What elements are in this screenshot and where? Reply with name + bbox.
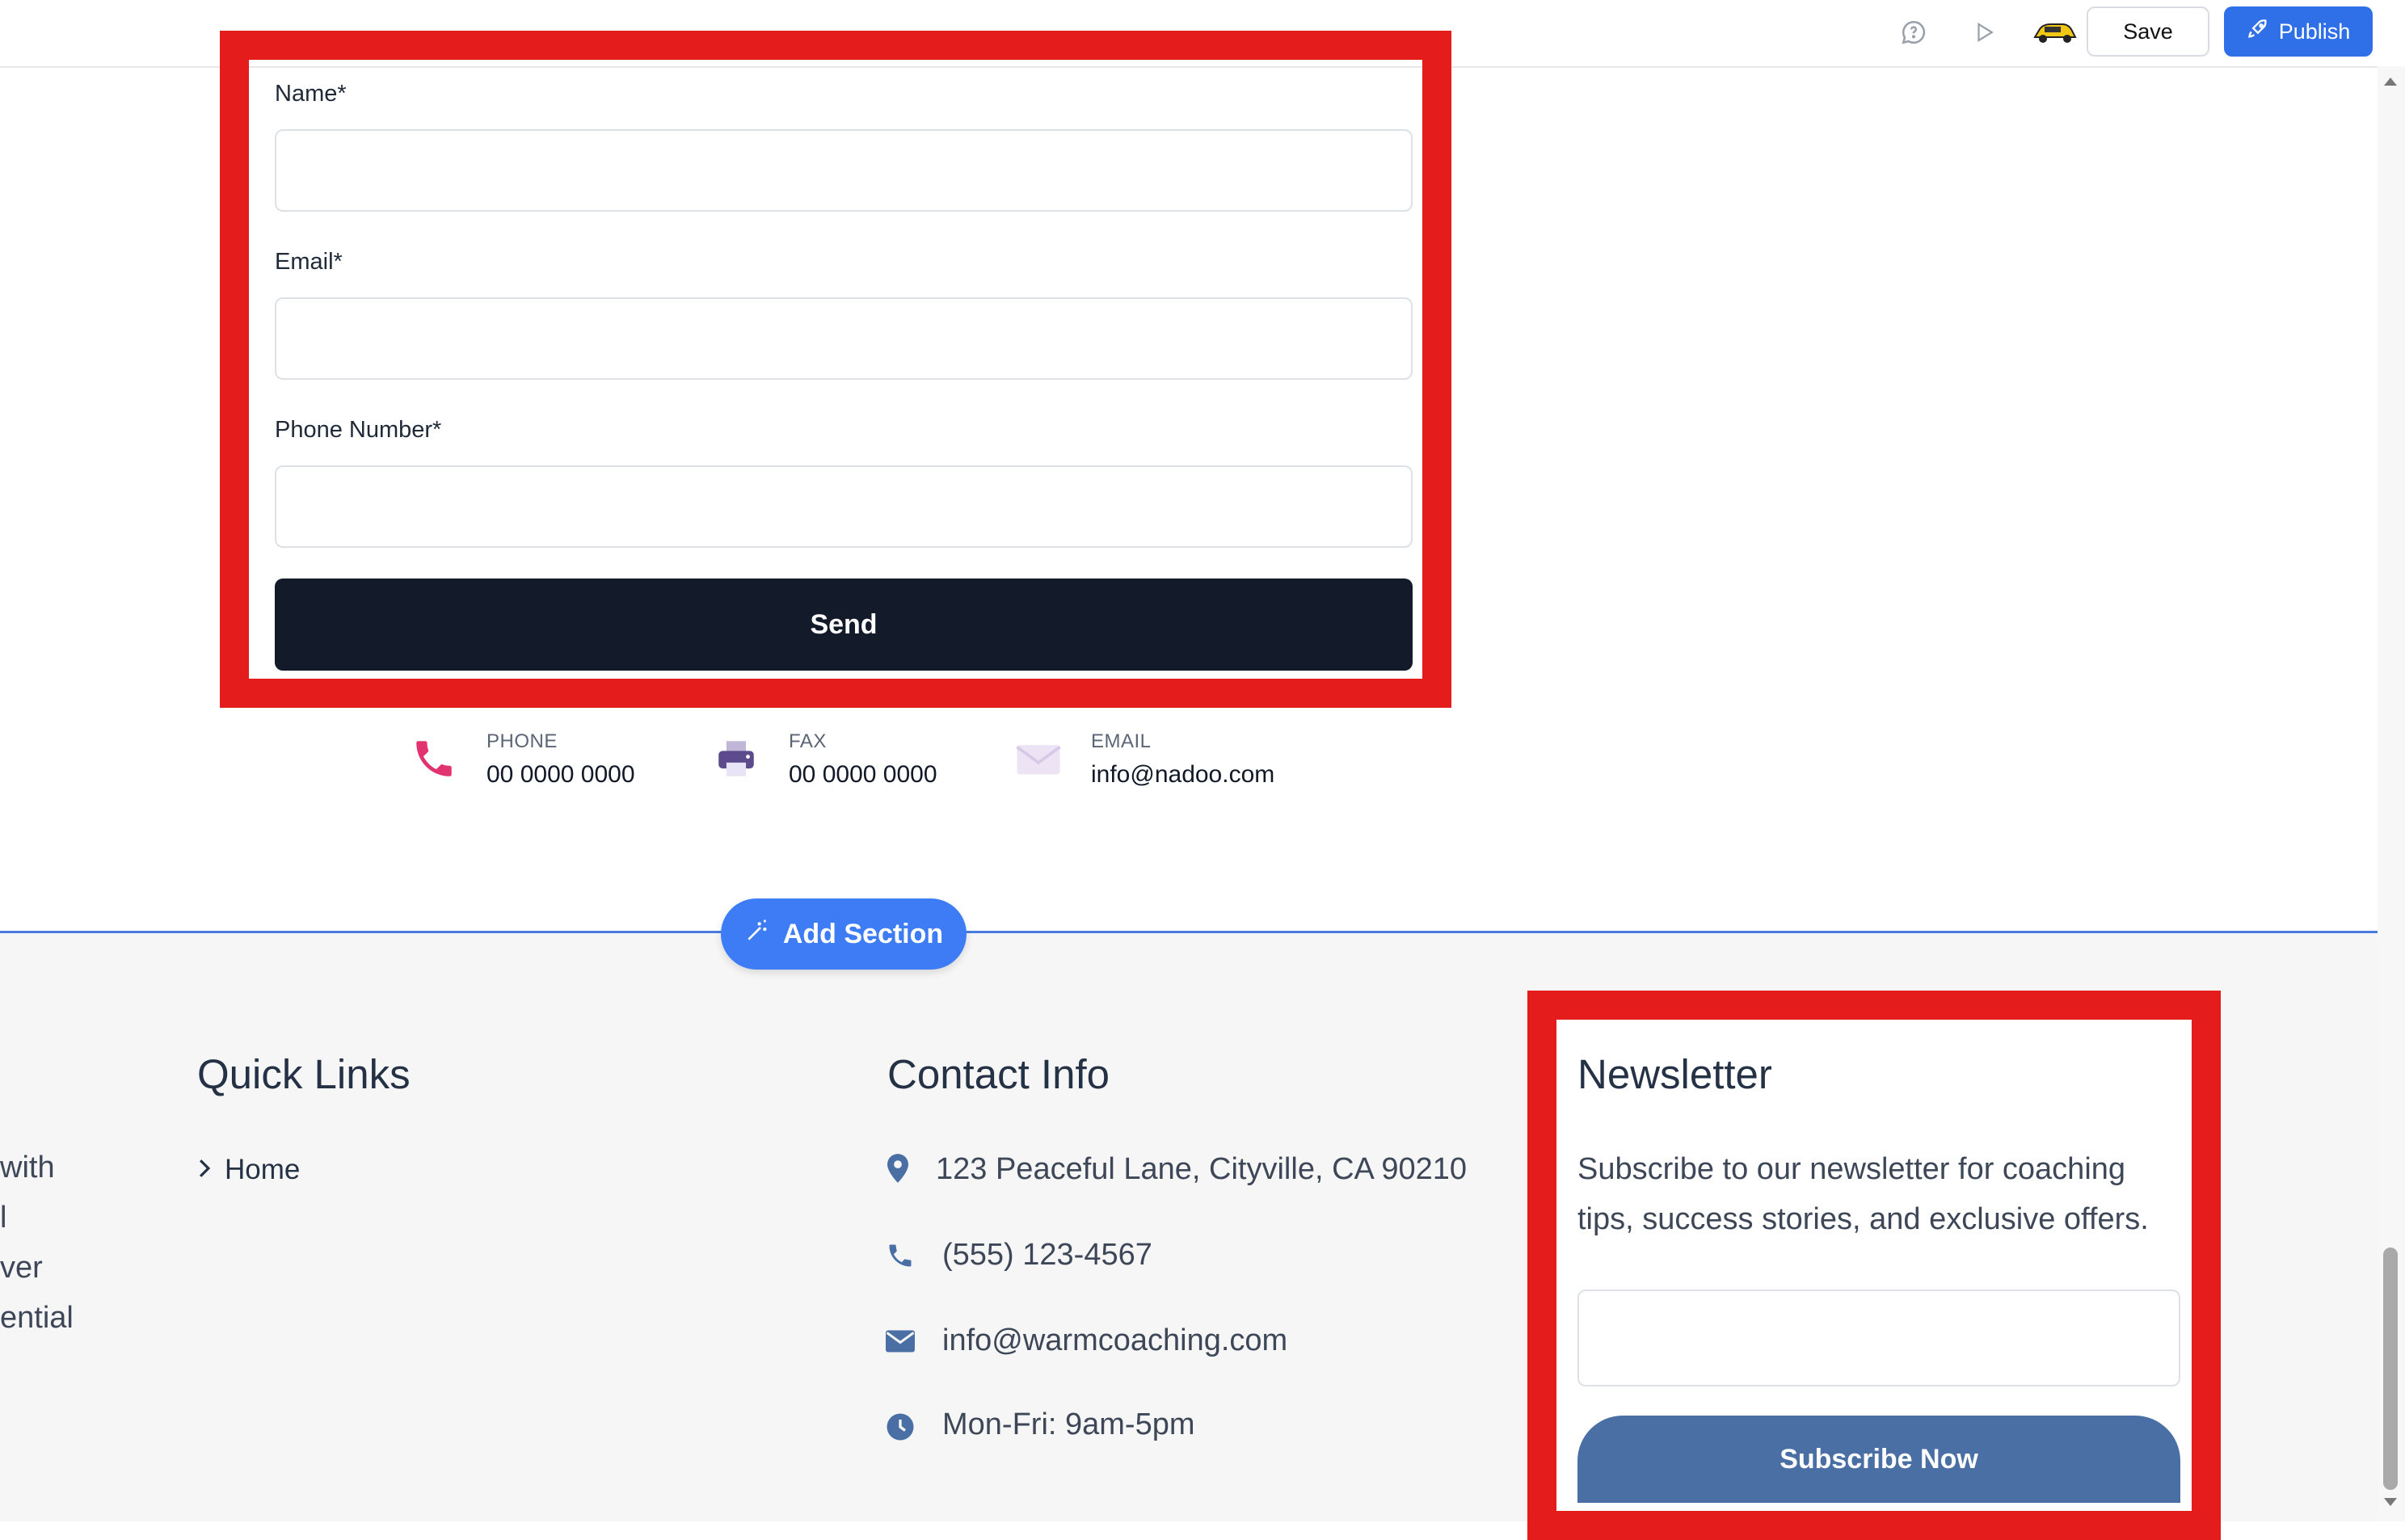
quick-links-heading: Quick Links	[197, 1051, 411, 1097]
send-button[interactable]: Send	[275, 579, 1413, 671]
phone-icon	[411, 735, 457, 786]
scrollbar-thumb[interactable]	[2383, 1248, 2398, 1490]
contact-address: 123 Peaceful Lane, Cityville, CA 90210	[936, 1152, 1467, 1186]
email-value: info@nadoo.com	[1091, 761, 1275, 788]
about-fragment-4: ential	[0, 1301, 74, 1335]
car-avatar-icon[interactable]	[2030, 15, 2079, 50]
quick-link-label: Home	[225, 1154, 301, 1185]
contact-info-heading: Contact Info	[887, 1051, 1110, 1097]
contact-hours: Mon-Fri: 9am-5pm	[942, 1407, 1195, 1441]
add-section-button[interactable]: Add Section	[721, 898, 967, 970]
phone-input[interactable]	[275, 465, 1413, 548]
clock-icon	[886, 1412, 915, 1445]
about-fragment-1: with	[0, 1151, 55, 1184]
email-label: Email*	[275, 249, 343, 275]
chevron-right-icon	[197, 1158, 212, 1183]
publish-button[interactable]: Publish	[2224, 6, 2373, 57]
location-pin-icon	[887, 1154, 908, 1187]
email-caption: EMAIL	[1091, 730, 1152, 752]
phone-caption: PHONE	[486, 730, 558, 752]
magic-wand-icon	[744, 918, 770, 951]
footer-envelope-icon	[886, 1330, 915, 1357]
name-input[interactable]	[275, 129, 1413, 212]
page-scrollbar[interactable]	[2378, 66, 2405, 1521]
footer-phone-icon	[886, 1241, 915, 1274]
save-button[interactable]: Save	[2087, 6, 2209, 57]
newsletter-text-line-1: Subscribe to our newsletter for coaching	[1577, 1152, 2126, 1186]
fax-caption: FAX	[789, 730, 827, 752]
contact-email: info@warmcoaching.com	[942, 1323, 1288, 1357]
rocket-icon	[2247, 18, 2269, 46]
comment-icon[interactable]	[1896, 15, 1931, 50]
envelope-icon	[1015, 737, 1062, 785]
newsletter-text-line-2: tips, success stories, and exclusive off…	[1577, 1202, 2149, 1236]
newsletter-email-input[interactable]	[1577, 1290, 2180, 1386]
scroll-down-arrow[interactable]	[2384, 1498, 2397, 1506]
contact-phone: (555) 123-4567	[942, 1238, 1152, 1272]
quick-link-home[interactable]: Home	[197, 1154, 300, 1186]
about-fragment-3: ver	[0, 1251, 43, 1285]
newsletter-heading: Newsletter	[1577, 1051, 1772, 1097]
name-label: Name*	[275, 81, 347, 107]
scroll-up-arrow[interactable]	[2384, 78, 2397, 86]
email-input[interactable]	[275, 297, 1413, 380]
about-fragment-2: l	[0, 1201, 7, 1235]
fax-value: 00 0000 0000	[789, 761, 937, 788]
subscribe-button[interactable]: Subscribe Now	[1577, 1416, 2180, 1503]
play-icon[interactable]	[1967, 15, 2003, 50]
phone-value: 00 0000 0000	[486, 761, 635, 788]
phone-label: Phone Number*	[275, 417, 442, 443]
fax-icon	[713, 735, 760, 786]
